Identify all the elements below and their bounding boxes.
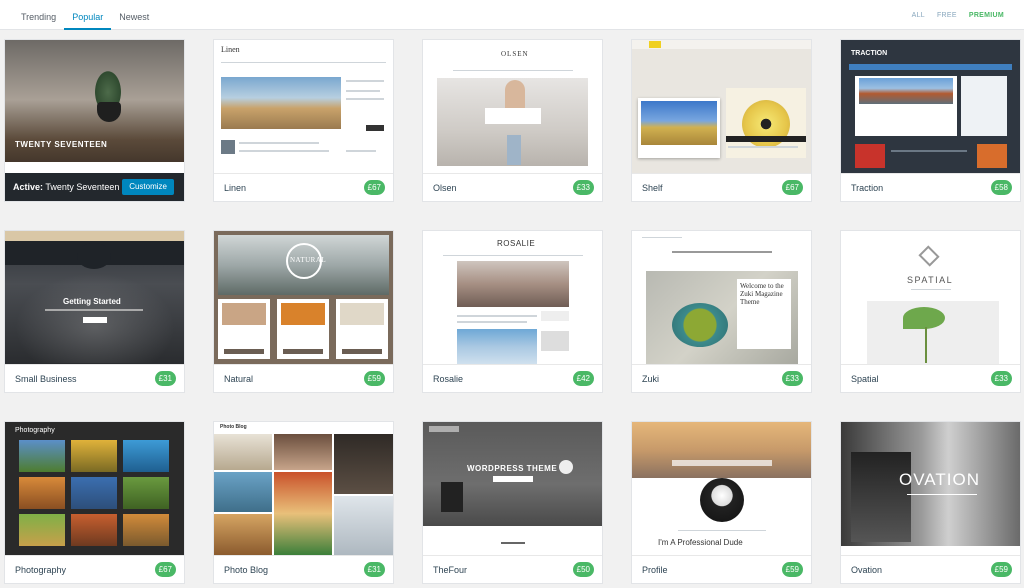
preview-title: NATURAL xyxy=(290,256,327,264)
leaf-icon xyxy=(903,307,945,329)
theme-screenshot[interactable]: Getting Started xyxy=(5,231,184,364)
active-label: Active: xyxy=(13,182,44,192)
theme-name: Small Business xyxy=(15,374,77,384)
theme-screenshot[interactable]: ROSALIE xyxy=(423,231,602,364)
theme-card-profile[interactable]: I'm A Professional Dude Profile £59 xyxy=(632,422,811,583)
theme-screenshot[interactable]: NATURAL xyxy=(214,231,393,364)
theme-name: Profile xyxy=(642,565,668,575)
theme-card-natural[interactable]: NATURAL Natural £59 xyxy=(214,231,393,392)
theme-card-twenty-seventeen[interactable]: TWENTY SEVENTEEN Active: Twenty Seventee… xyxy=(5,40,184,201)
customize-button[interactable]: Customize xyxy=(122,179,174,195)
theme-screenshot[interactable]: Welcome to the Zuki Magazine Theme xyxy=(632,231,811,364)
filter-free[interactable]: FREE xyxy=(937,12,957,19)
price-badge: £59 xyxy=(990,562,1012,577)
theme-name: Natural xyxy=(224,374,254,384)
preview-title: WORDPRESS THEME xyxy=(467,464,558,473)
theme-card-olsen[interactable]: OLSEN Olsen £33 xyxy=(423,40,602,201)
theme-card-ovation[interactable]: OVATION Ovation £59 xyxy=(841,422,1020,583)
theme-screenshot[interactable] xyxy=(632,40,811,173)
preview-title: OVATION xyxy=(899,470,980,489)
tab-trending[interactable]: Trending xyxy=(13,0,64,30)
price-badge: £50 xyxy=(572,562,594,577)
theme-card-traction[interactable]: TRACTION Traction £58 xyxy=(841,40,1020,201)
theme-name: Linen xyxy=(224,183,247,193)
theme-filter-bar: Trending Popular Newest ALL FREE PREMIUM xyxy=(0,0,1024,30)
theme-screenshot[interactable]: OLSEN xyxy=(423,40,602,173)
price-badge: £67 xyxy=(154,562,176,577)
pot-shape xyxy=(97,102,121,122)
preview-title: Linen xyxy=(221,45,240,54)
theme-card-thefour[interactable]: WORDPRESS THEME TheFour £50 xyxy=(423,422,602,583)
logo-icon xyxy=(918,245,940,267)
theme-name: Traction xyxy=(851,183,884,193)
theme-screenshot[interactable]: Photography xyxy=(5,422,184,555)
theme-card-photo-blog[interactable]: Photo Blog Photo Blog £31 xyxy=(214,422,393,583)
theme-name: Ovation xyxy=(851,565,883,575)
theme-name: Rosalie xyxy=(433,374,464,384)
dancer-image xyxy=(851,452,911,542)
theme-name: Shelf xyxy=(642,183,663,193)
caption-box xyxy=(485,108,541,124)
price-badge: £33 xyxy=(781,371,803,386)
theme-screenshot[interactable]: WORDPRESS THEME xyxy=(423,422,602,555)
preview-title: TWENTY SEVENTEEN xyxy=(15,140,108,149)
price-badge: £42 xyxy=(572,371,594,386)
preview-title: I'm A Professional Dude xyxy=(658,538,743,547)
preview-title: Photo Blog xyxy=(220,424,247,430)
theme-card-rosalie[interactable]: ROSALIE Rosalie £42 xyxy=(423,231,602,392)
price-badge: £31 xyxy=(363,562,385,577)
theme-screenshot[interactable]: Photo Blog xyxy=(214,422,393,555)
price-badge: £67 xyxy=(781,180,803,195)
city-image xyxy=(632,422,811,478)
price-badge: £33 xyxy=(572,180,594,195)
tab-popular[interactable]: Popular xyxy=(64,0,112,30)
theme-screenshot[interactable]: TRACTION xyxy=(841,40,1020,173)
sort-tabs: Trending Popular Newest xyxy=(13,0,157,30)
theme-name: Olsen xyxy=(433,183,457,193)
price-badge: £31 xyxy=(154,371,176,386)
hero-image xyxy=(457,261,569,307)
theme-name: Zuki xyxy=(642,374,660,384)
price-badge: £33 xyxy=(990,371,1012,386)
preview-title: Photography xyxy=(15,427,55,434)
filter-premium[interactable]: PREMIUM xyxy=(969,12,1004,19)
boardwalk-image xyxy=(221,77,341,129)
theme-card-zuki[interactable]: Welcome to the Zuki Magazine Theme Zuki … xyxy=(632,231,811,392)
filter-all[interactable]: ALL xyxy=(912,12,925,19)
pier-image xyxy=(859,78,953,104)
theme-name: Spatial xyxy=(851,374,879,384)
active-theme-bar: Active: Twenty Seventeen Customize xyxy=(5,173,184,201)
theme-screenshot[interactable]: SPATIAL xyxy=(841,231,1020,364)
preview-title: Welcome to the Zuki Magazine Theme xyxy=(740,282,784,306)
preview-nav xyxy=(5,162,184,173)
bowl-icon xyxy=(672,303,728,347)
theme-screenshot[interactable]: TWENTY SEVENTEEN xyxy=(5,40,184,173)
preview-title: ROSALIE xyxy=(497,239,536,248)
price-badge: £67 xyxy=(363,180,385,195)
sea-image xyxy=(457,329,537,364)
tab-newest[interactable]: Newest xyxy=(111,0,157,30)
theme-card-linen[interactable]: Linen Linen £67 xyxy=(214,40,393,201)
theme-card-photography[interactable]: Photography Photography £67 xyxy=(5,422,184,583)
theme-card-small-business[interactable]: Getting Started Small Business £31 xyxy=(5,231,184,392)
theme-card-spatial[interactable]: SPATIAL Spatial £33 xyxy=(841,231,1020,392)
avatar xyxy=(700,478,744,522)
price-badge: £59 xyxy=(781,562,803,577)
theme-card-shelf[interactable]: Shelf £67 xyxy=(632,40,811,201)
preview-title: Getting Started xyxy=(63,297,121,306)
price-filters: ALL FREE PREMIUM xyxy=(912,12,1004,19)
preview-title: TRACTION xyxy=(851,50,888,57)
theme-screenshot[interactable]: OVATION xyxy=(841,422,1020,555)
price-badge: £58 xyxy=(990,180,1012,195)
preview-title: OLSEN xyxy=(501,50,529,58)
preview-title: SPATIAL xyxy=(907,275,954,285)
theme-name: Photo Blog xyxy=(224,565,269,575)
theme-screenshot[interactable]: I'm A Professional Dude xyxy=(632,422,811,555)
theme-name: Photography xyxy=(15,565,67,575)
theme-screenshot[interactable]: Linen xyxy=(214,40,393,173)
theme-name: TheFour xyxy=(433,565,468,575)
field-image xyxy=(641,101,717,145)
price-badge: £59 xyxy=(363,371,385,386)
active-theme-name: Twenty Seventeen xyxy=(45,182,120,192)
